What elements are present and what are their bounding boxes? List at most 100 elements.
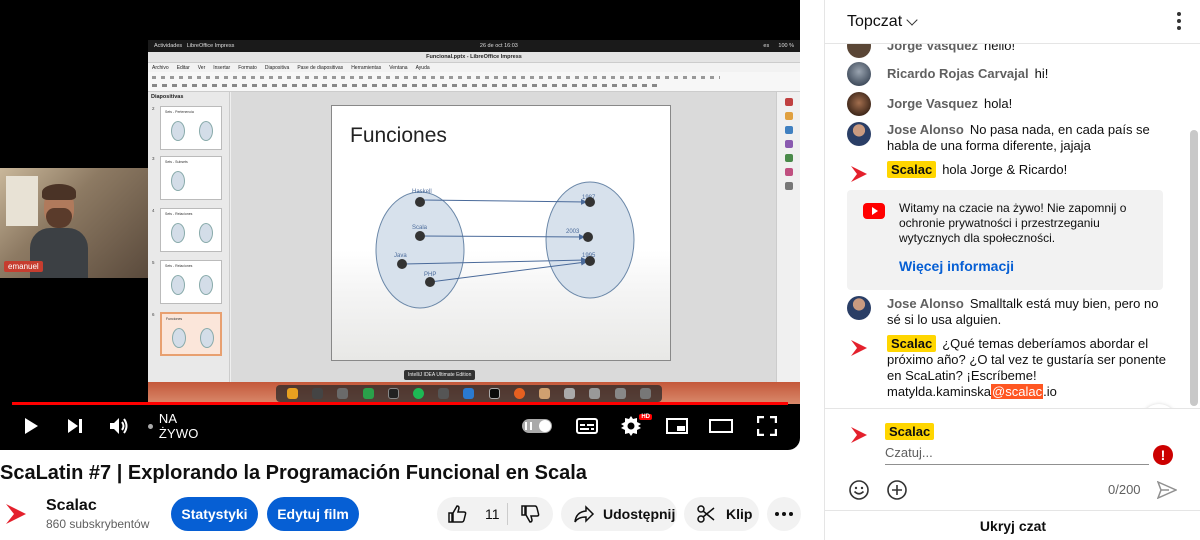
- spotify-icon: [413, 388, 425, 399]
- message-author[interactable]: Jorge Vasquez: [887, 96, 978, 111]
- subtitles-button[interactable]: [572, 408, 602, 444]
- youtube-studio-live-page: Actividades LibreOffice Impress 26 de oc…: [0, 0, 1200, 540]
- autoplay-toggle[interactable]: [520, 408, 554, 444]
- lo-menu-item: Herramientas: [351, 64, 382, 71]
- lo-menu-item: Editar: [176, 64, 190, 71]
- thumb-set-shape: [200, 328, 214, 348]
- lo-menu-item: Ver: [197, 64, 206, 71]
- mention[interactable]: @scalac: [991, 384, 1044, 399]
- lo-sidebar-deck: [776, 92, 800, 382]
- learn-more-link[interactable]: Więcej informacji: [899, 258, 1014, 274]
- domain-point: [425, 277, 435, 287]
- fullscreen-button[interactable]: [752, 408, 782, 444]
- chat-message: Ricardo Rojas Carvajal hi!: [847, 62, 1167, 86]
- thumb-set-shape: [199, 223, 213, 243]
- lo-slides-pane-title: Diapositivas: [151, 94, 184, 100]
- message-text: hola Jorge & Ricardo!: [942, 162, 1068, 177]
- subscriber-count: 860 subskrybentów: [46, 517, 150, 531]
- domain-point: [415, 231, 425, 241]
- scalac-logo-icon[interactable]: [847, 336, 871, 360]
- codomain-point: [585, 197, 595, 207]
- analytics-button[interactable]: Statystyki: [171, 497, 258, 531]
- slide-thumbnail-selected: Funciones: [160, 312, 222, 356]
- thumb-set-shape: [172, 328, 186, 348]
- progress-bar[interactable]: [12, 402, 788, 405]
- like-button[interactable]: 11: [437, 504, 507, 524]
- clip-button[interactable]: Klip: [684, 497, 759, 531]
- chat-message: Jose Alonso No pasa nada, en cada país se…: [847, 122, 1167, 154]
- domain-label-scala: Scala: [412, 225, 428, 231]
- codomain-point: [583, 232, 593, 242]
- gear-icon: [621, 416, 641, 436]
- codomain-point: [585, 256, 595, 266]
- video-player[interactable]: Actividades LibreOffice Impress 26 de oc…: [0, 0, 800, 450]
- dislike-button[interactable]: [508, 504, 552, 524]
- send-icon[interactable]: [1157, 481, 1177, 499]
- character-counter: 0/200: [1108, 482, 1141, 497]
- app-icon: [564, 388, 576, 399]
- lo-menu-item: Formato: [238, 64, 257, 71]
- lo-menubar: Archivo Editar Ver Insertar Formato Diap…: [148, 63, 800, 72]
- lo-slides-pane: Diapositivas 2 Sets - Pertenencia 3 Sets…: [148, 92, 230, 382]
- more-vertical-icon[interactable]: [1177, 12, 1181, 33]
- lo-menu-item: Ventana: [389, 64, 408, 71]
- notice-text: Witamy na czacie na żywo! Nie zapomnij o…: [899, 201, 1127, 245]
- play-button[interactable]: [16, 408, 46, 444]
- chat-input[interactable]: Czatuj...: [885, 445, 1149, 460]
- settings-button[interactable]: HD: [616, 408, 652, 444]
- add-icon[interactable]: [886, 479, 908, 501]
- more-actions-button[interactable]: [767, 497, 801, 531]
- avatar[interactable]: [847, 296, 871, 320]
- presenter-name-label: emanuel: [4, 261, 43, 272]
- domain-label-haskell: Haskell: [412, 189, 432, 195]
- chevron-down-icon[interactable]: [906, 13, 918, 26]
- miniplayer-button[interactable]: [662, 408, 692, 444]
- chat-scrollbar[interactable]: [1190, 130, 1198, 406]
- webcam-overlay: emanuel: [0, 168, 148, 278]
- thumb-number: 6: [152, 312, 155, 317]
- thumb-set-shape: [199, 121, 213, 141]
- chat-mode-selector[interactable]: Topczat: [847, 13, 902, 31]
- progress-fill: [12, 402, 788, 405]
- hd-badge: HD: [639, 414, 652, 420]
- theater-mode-button[interactable]: [706, 408, 736, 444]
- avatar[interactable]: [847, 92, 871, 116]
- thumb-title: Sets - Subsets: [165, 160, 188, 164]
- vscode-icon: [463, 388, 475, 399]
- live-indicator[interactable]: NA ŻYWO: [148, 408, 218, 444]
- dock-tooltip: IntelliJ IDEA Ultimate Edition: [404, 370, 476, 380]
- thumb-set-shape: [171, 223, 185, 243]
- avatar[interactable]: [847, 44, 871, 58]
- monitor-icon: [438, 388, 450, 399]
- owner-author-chip[interactable]: Scalac: [887, 335, 937, 352]
- share-button[interactable]: Udostępnij: [561, 497, 677, 531]
- alert-icon[interactable]: !: [1153, 445, 1173, 465]
- scalac-logo-icon[interactable]: [847, 162, 871, 186]
- share-label: Udostępnij: [603, 506, 676, 522]
- live-chat-panel: Topczat Jorge Vasquez hello! Ricardo Roja…: [824, 0, 1200, 540]
- thumb-set-shape: [199, 275, 213, 295]
- channel-name[interactable]: Scalac: [46, 497, 97, 515]
- message-author[interactable]: Jose Alonso: [887, 122, 964, 137]
- hide-chat-button[interactable]: Ukryj czat: [825, 518, 1200, 534]
- message-author[interactable]: Ricardo Rojas Carvajal: [887, 66, 1029, 81]
- volume-button[interactable]: [104, 408, 134, 444]
- avatar[interactable]: [847, 122, 871, 146]
- next-button[interactable]: [60, 408, 90, 444]
- message-author[interactable]: Jorge Vasquez: [887, 44, 978, 53]
- owner-author-chip[interactable]: Scalac: [887, 161, 937, 178]
- message-text: hi!: [1034, 66, 1049, 81]
- emoji-icon[interactable]: [848, 479, 870, 501]
- files-icon: [337, 388, 349, 399]
- os-clock: 26 de oct 16:03: [479, 43, 518, 49]
- chat-composer: Scalac Czatuj... ! 0/200: [825, 408, 1200, 510]
- lo-menu-item: Diapositiva: [264, 64, 290, 71]
- channel-logo-icon[interactable]: [2, 500, 30, 528]
- edit-video-button[interactable]: Edytuj film: [267, 497, 359, 531]
- ide-icon: [387, 388, 399, 399]
- chat-message: Jorge Vasquez hello!: [847, 44, 1167, 58]
- player-controls: NA ŻYWO HD: [0, 408, 800, 444]
- message-author[interactable]: Jose Alonso: [887, 296, 964, 311]
- chat-welcome-notice: Witamy na czacie na żywo! Nie zapomnij o…: [847, 190, 1163, 290]
- avatar[interactable]: [847, 62, 871, 86]
